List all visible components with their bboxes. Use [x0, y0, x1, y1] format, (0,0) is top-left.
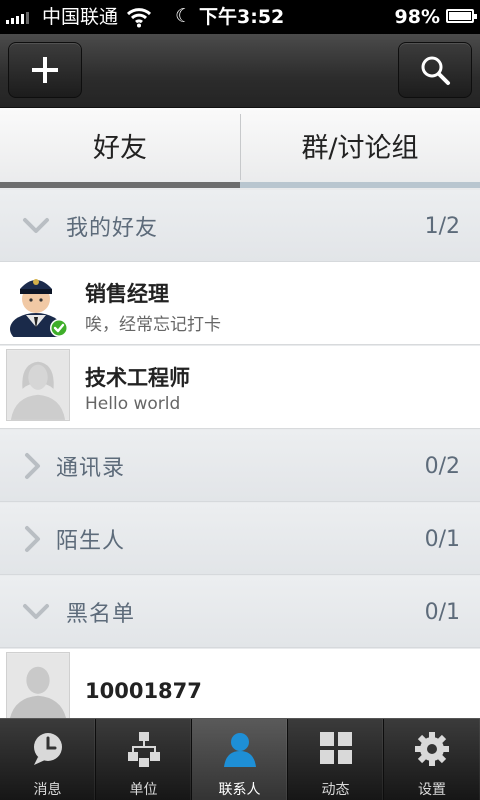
org-chart-icon — [127, 732, 160, 767]
tab-track — [240, 182, 480, 188]
nav-contacts[interactable]: 联系人 — [192, 719, 288, 800]
gear-icon — [415, 732, 449, 766]
chevron-right-icon — [25, 525, 40, 552]
group-count: 1/2 — [424, 213, 460, 239]
female-avatar-placeholder — [6, 349, 70, 421]
group-address-book[interactable]: 通讯录 0/2 — [0, 430, 480, 502]
wifi-icon — [126, 8, 152, 28]
chevron-down-icon — [23, 217, 49, 233]
contact-signature: Hello world — [85, 394, 181, 414]
contact-name: 销售经理 — [85, 282, 169, 306]
battery-percent: 98% — [394, 6, 440, 28]
search-icon — [421, 56, 450, 85]
tab-friends[interactable]: 好友 — [0, 108, 240, 182]
nav-label: 单位 — [129, 782, 158, 798]
carrier-name: 中国联通 — [42, 6, 119, 28]
message-icon — [33, 733, 62, 765]
group-name: 通讯录 — [56, 456, 126, 481]
top-toolbar — [0, 34, 480, 108]
contact-name: 10001877 — [85, 679, 202, 703]
nav-messages[interactable]: 消息 — [0, 719, 96, 800]
clock: 下午3:52 — [199, 6, 285, 28]
male-avatar-placeholder — [6, 652, 70, 718]
group-count: 0/1 — [424, 599, 460, 625]
nav-organization[interactable]: 单位 — [96, 719, 192, 800]
group-count: 0/2 — [424, 453, 460, 479]
tab-groups[interactable]: 群/讨论组 — [240, 108, 480, 182]
police-avatar — [10, 279, 68, 337]
group-count: 0/1 — [424, 526, 460, 552]
contact-list[interactable]: 我的好友 1/2 销售经理 唉，经常忘记打卡 技术工程师 Hello world… — [0, 190, 480, 718]
nav-label: 联系人 — [218, 782, 261, 798]
nav-feed[interactable]: 动态 — [288, 719, 384, 800]
battery-icon — [446, 9, 477, 23]
chevron-down-icon — [23, 603, 49, 619]
status-bar: 中国联通 ☾ 下午3:52 98% — [0, 0, 480, 34]
group-name: 我的好友 — [66, 216, 159, 241]
tab-active-indicator — [0, 182, 240, 188]
person-icon — [223, 733, 256, 767]
tab-bar: 好友 群/讨论组 — [0, 108, 480, 190]
contact-row[interactable]: 销售经理 唉，经常忘记打卡 — [0, 262, 480, 345]
contact-name: 技术工程师 — [85, 366, 190, 390]
group-strangers[interactable]: 陌生人 0/1 — [0, 503, 480, 575]
group-my-friends[interactable]: 我的好友 1/2 — [0, 190, 480, 262]
nav-label: 消息 — [33, 782, 62, 798]
plus-icon — [32, 57, 58, 83]
moon-icon: ☾ — [175, 5, 193, 27]
add-button[interactable] — [8, 42, 82, 98]
nav-label: 设置 — [418, 782, 446, 798]
nav-label: 动态 — [321, 782, 350, 798]
contact-row[interactable]: 10001877 — [0, 649, 480, 718]
bottom-navigation: 消息 单位 联系人 动态 设置 — [0, 718, 480, 800]
nav-settings[interactable]: 设置 — [384, 719, 480, 800]
grid-icon — [319, 732, 352, 764]
search-button[interactable] — [398, 42, 472, 98]
contact-row[interactable]: 技术工程师 Hello world — [0, 346, 480, 429]
chevron-right-icon — [25, 452, 40, 479]
group-name: 陌生人 — [56, 529, 126, 554]
contact-signature: 唉，经常忘记打卡 — [85, 315, 221, 335]
group-blacklist[interactable]: 黑名单 0/1 — [0, 576, 480, 648]
group-name: 黑名单 — [66, 602, 136, 627]
